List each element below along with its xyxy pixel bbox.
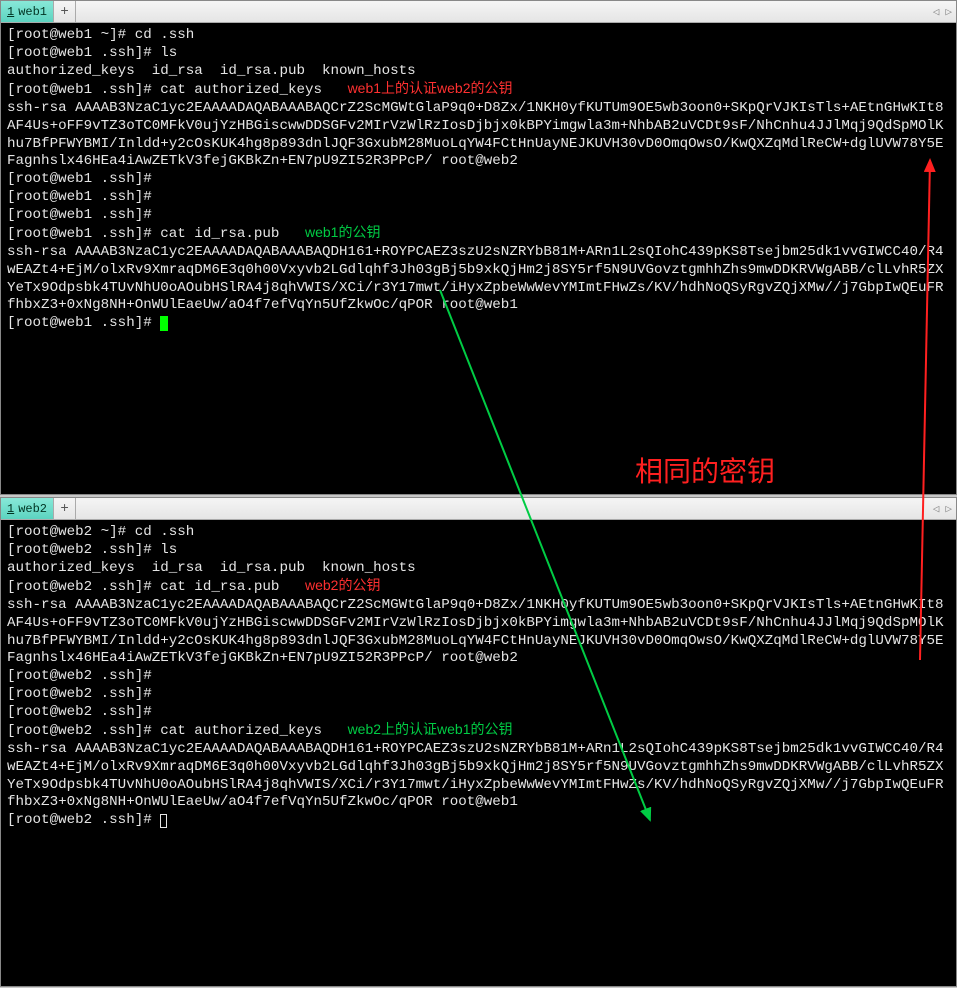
terminal-output-web2[interactable]: [root@web2 ~]# cd .ssh [root@web2 .ssh]#… [1,520,956,986]
terminal-pane-web2: 1 web2 + ◁ ▷ [root@web2 ~]# cd .ssh [roo… [0,497,957,987]
term-line: ssh-rsa AAAAB3NzaC1yc2EAAAADAQABAAABAQDH… [7,244,944,313]
tab-web2[interactable]: 1 web2 [1,498,54,519]
plus-icon: + [60,501,68,517]
tab-scroll-nav: ◁ ▷ [931,498,954,519]
terminal-output-web1[interactable]: [root@web1 ~]# cd .ssh [root@web1 .ssh]#… [1,23,956,494]
term-line: [root@web2 .ssh]# [7,686,160,702]
term-line: authorized_keys id_rsa id_rsa.pub known_… [7,560,416,576]
term-line: [root@web1 .ssh]# [7,207,160,223]
term-line: [root@web2 .ssh]# cat id_rsa.pub [7,579,279,595]
term-line: [root@web1 .ssh]# cat id_rsa.pub [7,226,279,242]
new-tab-button[interactable]: + [54,498,76,519]
scroll-left-icon[interactable]: ◁ [931,502,942,516]
scroll-right-icon[interactable]: ▷ [943,502,954,516]
tab-scroll-nav: ◁ ▷ [931,1,954,22]
tabbar-bottom: 1 web2 + ◁ ▷ [1,498,956,520]
term-line: [root@web2 .ssh]# [7,668,160,684]
term-line: [root@web1 .ssh]# ls [7,45,177,61]
annotation-auth-keys-web1: web1上的认证web2的公钥 [348,80,513,96]
cursor-icon [160,316,168,331]
tab-label: web2 [18,502,47,516]
tab-index: 1 [7,502,14,516]
term-line: [root@web2 .ssh]# [7,812,160,828]
term-line: ssh-rsa AAAAB3NzaC1yc2EAAAADAQABAAABAQCr… [7,597,944,666]
term-line: [root@web1 .ssh]# cat authorized_keys [7,82,322,98]
term-line: [root@web2 ~]# cd .ssh [7,524,194,540]
scroll-right-icon[interactable]: ▷ [943,5,954,19]
annotation-pubkey-web1: web1的公钥 [305,224,380,240]
term-line: ssh-rsa AAAAB3NzaC1yc2EAAAADAQABAAABAQDH… [7,741,944,810]
term-line: [root@web1 .ssh]# [7,171,160,187]
tab-web1[interactable]: 1 web1 [1,1,54,22]
term-line: [root@web2 .ssh]# [7,704,160,720]
tab-index: 1 [7,5,14,19]
term-line: ssh-rsa AAAAB3NzaC1yc2EAAAADAQABAAABAQCr… [7,100,944,169]
new-tab-button[interactable]: + [54,1,76,22]
term-line: [root@web2 .ssh]# ls [7,542,177,558]
scroll-left-icon[interactable]: ◁ [931,5,942,19]
term-line: authorized_keys id_rsa id_rsa.pub known_… [7,63,416,79]
term-line: [root@web2 .ssh]# cat authorized_keys [7,723,322,739]
tabbar-top: 1 web1 + ◁ ▷ [1,1,956,23]
terminal-pane-web1: 1 web1 + ◁ ▷ [root@web1 ~]# cd .ssh [roo… [0,0,957,495]
annotation-pubkey-web2: web2的公钥 [305,577,380,593]
term-line: [root@web1 .ssh]# [7,189,160,205]
term-line: [root@web1 .ssh]# [7,315,160,331]
cursor-icon [160,814,167,828]
annotation-auth-keys-web2: web2上的认证web1的公钥 [348,721,513,737]
term-line: [root@web1 ~]# cd .ssh [7,27,194,43]
plus-icon: + [60,4,68,20]
tab-label: web1 [18,5,47,19]
